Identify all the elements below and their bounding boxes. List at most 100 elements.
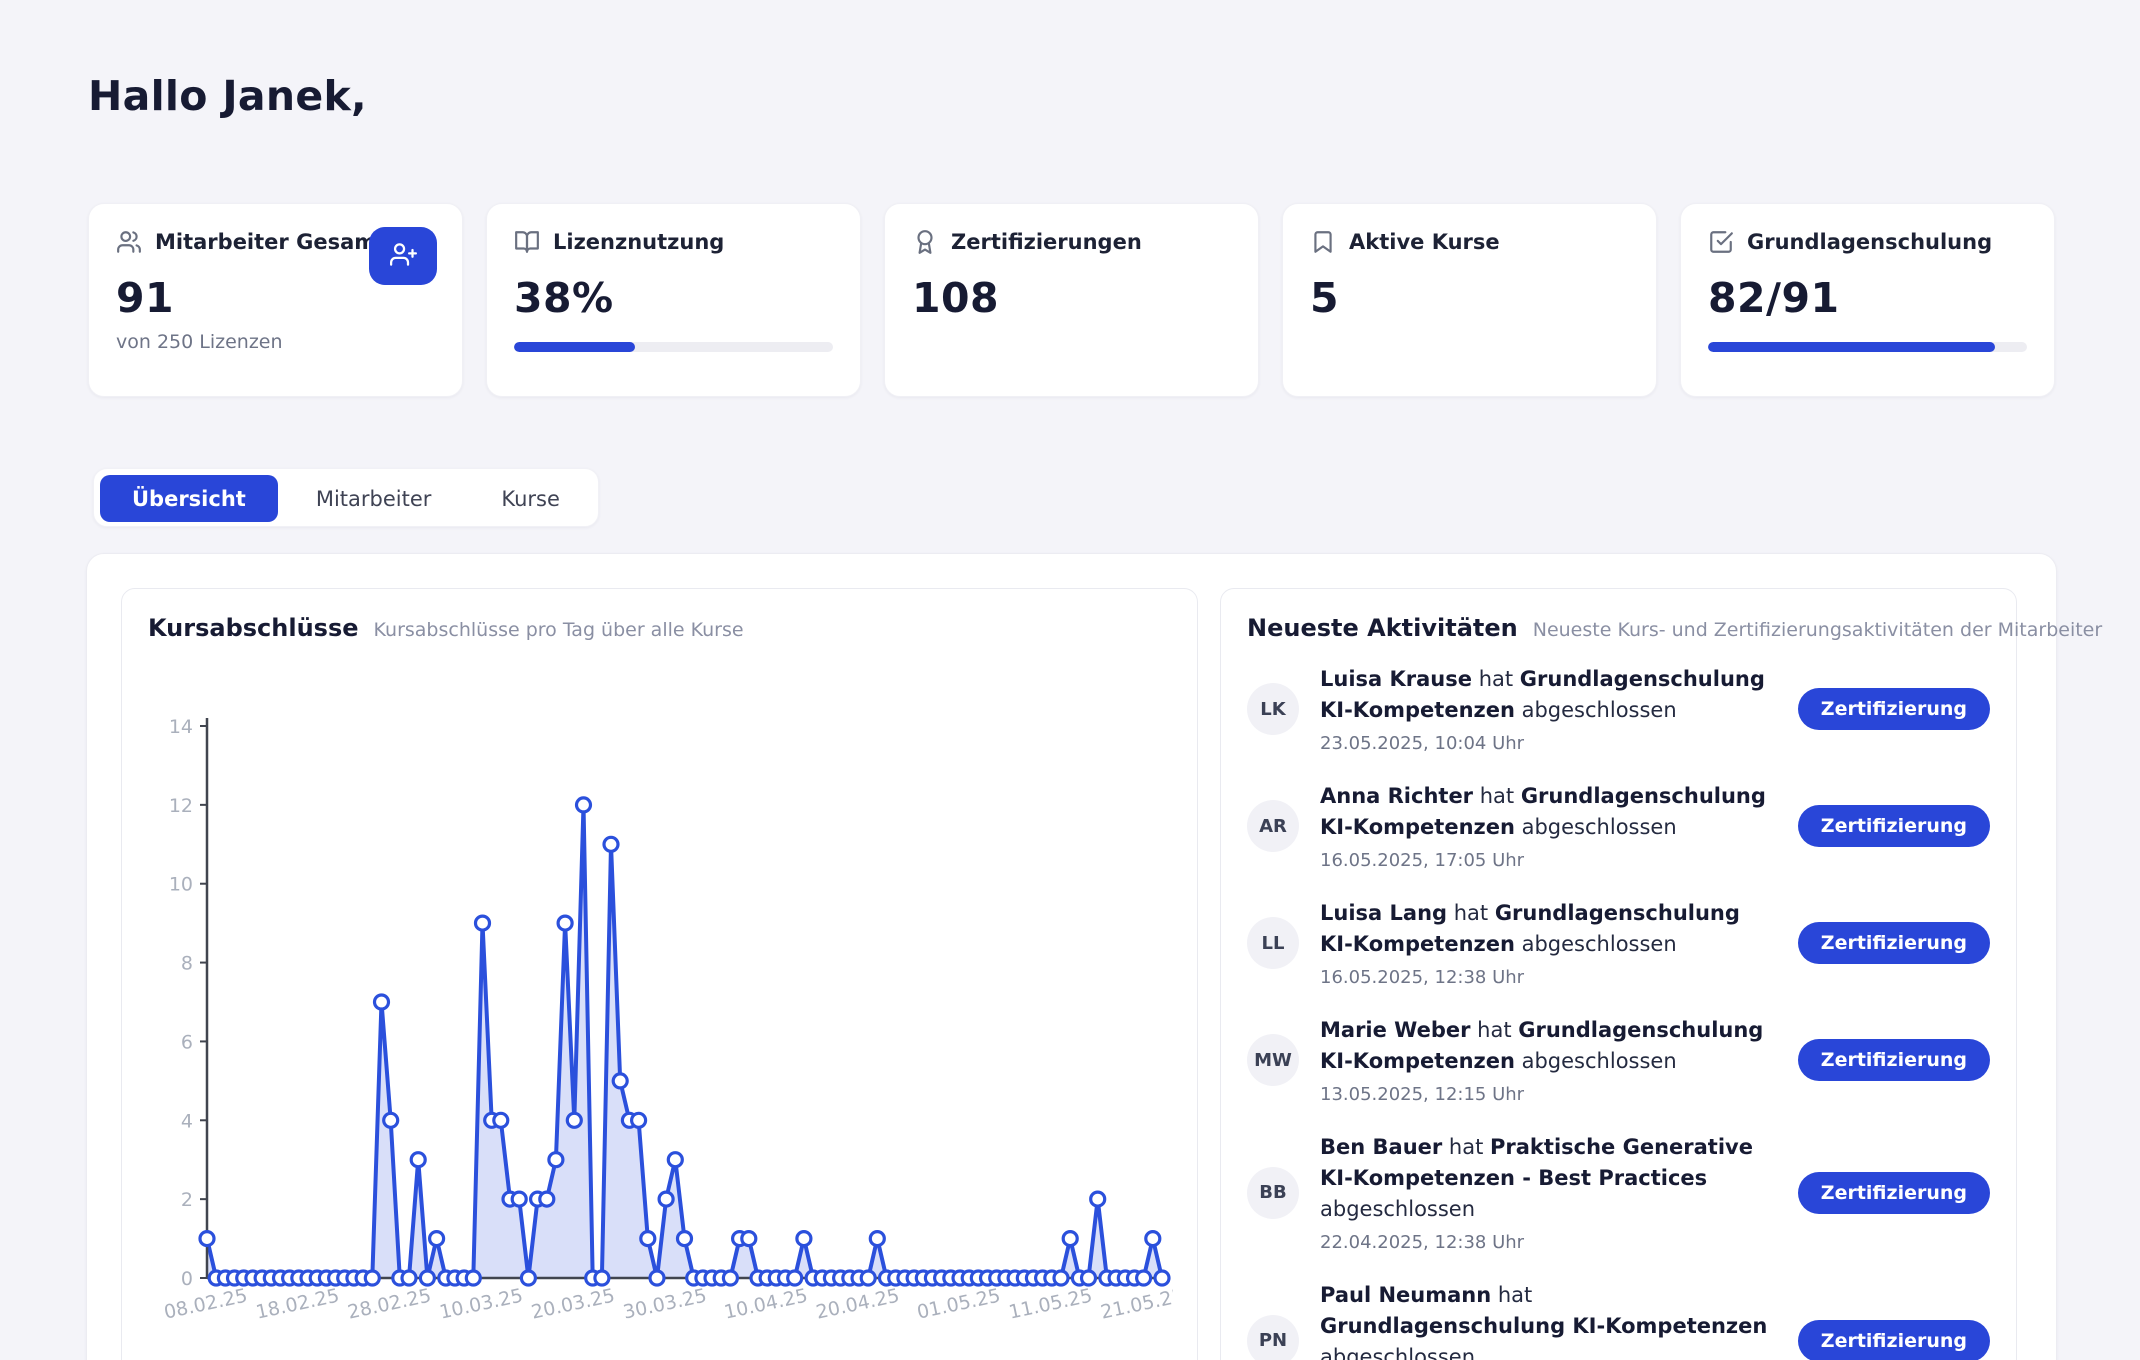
data-point-marker — [384, 1113, 398, 1127]
data-point-marker — [476, 916, 490, 930]
data-point-marker — [1155, 1271, 1169, 1285]
data-point-marker — [200, 1232, 214, 1246]
activity-item: LL Luisa Lang hat Grundlagenschulung KI-… — [1247, 898, 1990, 988]
users-icon — [116, 229, 142, 255]
data-point-marker — [365, 1271, 379, 1285]
data-point-marker — [1054, 1271, 1068, 1285]
data-point-marker — [861, 1271, 875, 1285]
data-point-marker — [1146, 1232, 1160, 1246]
x-tick-label: 08.02.25 — [162, 1285, 249, 1324]
stat-card-zertifizierungen: Zertifizierungen 108 — [884, 203, 1259, 397]
data-point-marker — [641, 1232, 655, 1246]
tab-übersicht[interactable]: Übersicht — [100, 475, 278, 522]
stat-value: 108 — [912, 274, 1231, 322]
data-point-marker — [521, 1271, 535, 1285]
data-point-marker — [742, 1232, 756, 1246]
stat-label: Lizenznutzung — [553, 230, 724, 254]
data-point-marker — [678, 1232, 692, 1246]
activity-text: Paul Neumann hat Grundlagenschulung KI-K… — [1320, 1280, 1777, 1360]
bookmark-icon — [1310, 229, 1336, 255]
data-point-marker — [632, 1113, 646, 1127]
x-tick-label: 11.05.25 — [1007, 1285, 1094, 1324]
stat-card-lizenznutzung: Lizenznutzung 38% — [486, 203, 861, 397]
data-point-marker — [668, 1153, 682, 1167]
x-tick-label: 30.03.25 — [621, 1285, 708, 1324]
overview-panel: Kursabschlüsse Kursabschlüsse pro Tag üb… — [86, 553, 2057, 1360]
activity-item: LK Luisa Krause hat Grundlagenschulung K… — [1247, 664, 1990, 754]
activity-text: Anna Richter hat Grundlagenschulung KI-K… — [1320, 781, 1777, 871]
data-point-marker — [797, 1232, 811, 1246]
activity-item: BB Ben Bauer hat Praktische Generative K… — [1247, 1132, 1990, 1253]
data-point-marker — [512, 1192, 526, 1206]
activity-badge: Zertifizierung — [1798, 1039, 1990, 1081]
activity-timestamp: 13.05.2025, 12:15 Uhr — [1320, 1084, 1777, 1105]
activity-badge: Zertifizierung — [1798, 1320, 1990, 1360]
book-open-icon — [514, 229, 540, 255]
stat-sublabel: von 250 Lizenzen — [116, 331, 435, 353]
page-greeting: Hallo Janek, — [88, 72, 367, 120]
data-point-marker — [558, 916, 572, 930]
x-tick-label: 28.02.25 — [346, 1285, 433, 1324]
data-point-marker — [430, 1232, 444, 1246]
activity-text: Marie Weber hat Grundlagenschulung KI-Ko… — [1320, 1015, 1777, 1105]
user-plus-icon — [390, 241, 417, 271]
license-usage-progressbar — [514, 342, 833, 352]
activity-timestamp: 16.05.2025, 17:05 Uhr — [1320, 850, 1777, 871]
activity-item: AR Anna Richter hat Grundlagenschulung K… — [1247, 781, 1990, 871]
stat-card-mitarbeiter-gesamt: Mitarbeiter Gesamt 91 von 250 Lizenzen — [88, 203, 463, 397]
recent-activities-card: Neueste Aktivitäten Neueste Kurs- und Ze… — [1220, 588, 2017, 1360]
data-point-marker — [420, 1271, 434, 1285]
activity-description: Marie Weber hat Grundlagenschulung KI-Ko… — [1320, 1015, 1777, 1077]
tabs: ÜbersichtMitarbeiterKurse — [93, 468, 599, 527]
stat-label: Zertifizierungen — [951, 230, 1142, 254]
data-point-marker — [567, 1113, 581, 1127]
stat-value: 38% — [514, 274, 833, 322]
activity-text: Ben Bauer hat Praktische Generative KI-K… — [1320, 1132, 1777, 1253]
activities-title: Neueste Aktivitäten — [1247, 614, 1518, 642]
award-icon — [912, 229, 938, 255]
data-point-marker — [375, 995, 389, 1009]
course-completions-chart: 0246810121408.02.2518.02.2528.02.2510.03… — [148, 646, 1173, 1346]
avatar: LL — [1247, 917, 1299, 969]
check-square-icon — [1708, 229, 1734, 255]
activity-badge: Zertifizierung — [1798, 1172, 1990, 1214]
x-tick-label: 01.05.25 — [915, 1285, 1002, 1324]
stat-label: Grundlagenschulung — [1747, 230, 1992, 254]
stat-card-aktive-kurse: Aktive Kurse 5 — [1282, 203, 1657, 397]
activity-description: Paul Neumann hat Grundlagenschulung KI-K… — [1320, 1280, 1777, 1360]
activity-description: Ben Bauer hat Praktische Generative KI-K… — [1320, 1132, 1777, 1225]
x-tick-label: 10.04.25 — [722, 1285, 809, 1324]
y-tick-label: 8 — [181, 953, 193, 975]
data-point-marker — [577, 798, 591, 812]
data-point-marker — [595, 1271, 609, 1285]
chart-title: Kursabschlüsse — [148, 614, 359, 642]
data-point-marker — [788, 1271, 802, 1285]
stat-label: Mitarbeiter Gesamt — [155, 230, 386, 254]
activity-item: MW Marie Weber hat Grundlagenschulung KI… — [1247, 1015, 1990, 1105]
tab-mitarbeiter[interactable]: Mitarbeiter — [284, 475, 464, 522]
basic-training-progressbar — [1708, 342, 2027, 352]
x-tick-label: 20.04.25 — [814, 1285, 901, 1324]
y-tick-label: 10 — [169, 874, 193, 896]
data-point-marker — [659, 1192, 673, 1206]
avatar: BB — [1247, 1167, 1299, 1219]
activity-text: Luisa Krause hat Grundlagenschulung KI-K… — [1320, 664, 1777, 754]
x-tick-label: 10.03.25 — [438, 1285, 525, 1324]
y-tick-label: 6 — [181, 1031, 193, 1053]
activity-timestamp: 22.04.2025, 12:38 Uhr — [1320, 1232, 1777, 1253]
data-point-marker — [540, 1192, 554, 1206]
x-tick-label: 21.05.25 — [1099, 1285, 1173, 1324]
activity-badge: Zertifizierung — [1798, 922, 1990, 964]
x-tick-label: 18.02.25 — [254, 1285, 341, 1324]
tab-kurse[interactable]: Kurse — [469, 475, 592, 522]
data-point-marker — [1091, 1192, 1105, 1206]
activity-text: Luisa Lang hat Grundlagenschulung KI-Kom… — [1320, 898, 1777, 988]
data-point-marker — [870, 1232, 884, 1246]
add-user-button[interactable] — [369, 227, 437, 285]
data-point-marker — [613, 1074, 627, 1088]
chart-line — [207, 805, 1162, 1278]
y-tick-label: 12 — [169, 795, 193, 817]
activity-timestamp: 16.05.2025, 12:38 Uhr — [1320, 967, 1777, 988]
y-tick-label: 4 — [181, 1110, 193, 1132]
stat-card-grundlagenschulung: Grundlagenschulung 82/91 — [1680, 203, 2055, 397]
